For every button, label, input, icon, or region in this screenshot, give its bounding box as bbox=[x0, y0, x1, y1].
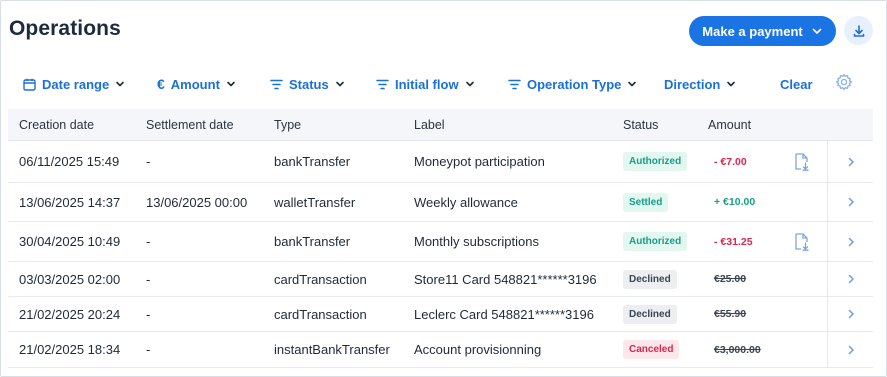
table-row[interactable]: 30/04/2025 10:49 - bankTransfer Monthly … bbox=[8, 222, 873, 262]
operation-type-label: Operation Type bbox=[527, 76, 622, 92]
clear-label: Clear bbox=[780, 76, 813, 92]
type-cell: instantBankTransfer bbox=[274, 342, 390, 357]
chevron-down-icon bbox=[465, 81, 474, 87]
label-cell: Weekly allowance bbox=[414, 194, 518, 210]
chevron-down-icon bbox=[628, 81, 637, 87]
type-cell: cardTransaction bbox=[274, 306, 367, 322]
gear-icon[interactable] bbox=[835, 73, 853, 91]
page-title: Operations bbox=[9, 17, 121, 40]
make-payment-label: Make a payment bbox=[702, 23, 803, 39]
chevron-right-icon bbox=[848, 157, 854, 166]
amount-cell: - €7.00 bbox=[714, 155, 747, 168]
column-status[interactable]: Status bbox=[623, 109, 658, 141]
table-row[interactable]: 03/03/2025 02:00 - cardTransaction Store… bbox=[8, 262, 873, 297]
filter-icon bbox=[376, 79, 389, 89]
column-label[interactable]: Label bbox=[414, 109, 445, 141]
direction-label: Direction bbox=[664, 76, 721, 92]
calendar-icon bbox=[23, 78, 36, 91]
euro-icon: € bbox=[157, 76, 165, 92]
amount-cell: + €10.00 bbox=[714, 196, 756, 208]
amount-cell: - €31.25 bbox=[714, 235, 753, 248]
settlement-date-cell: - bbox=[146, 154, 151, 169]
settlement-date-cell: - bbox=[146, 234, 151, 249]
chevron-right-icon bbox=[848, 274, 854, 284]
chevron-down-icon bbox=[727, 81, 736, 87]
date-range-filter[interactable]: Date range bbox=[23, 71, 125, 97]
row-details-button[interactable] bbox=[828, 222, 873, 261]
creation-date-cell: 30/04/2025 10:49 bbox=[19, 234, 121, 249]
amount-cell: €55.90 bbox=[714, 308, 747, 320]
download-icon bbox=[853, 24, 864, 37]
column-settlement-date[interactable]: Settlement date bbox=[146, 109, 234, 141]
date-range-label: Date range bbox=[42, 76, 110, 92]
creation-date-cell: 13/06/2025 14:37 bbox=[19, 194, 121, 210]
chevron-right-icon bbox=[848, 237, 854, 246]
column-creation-date[interactable]: Creation date bbox=[19, 109, 94, 141]
settlement-date-cell: 13/06/2025 00:00 bbox=[146, 194, 248, 210]
type-cell: walletTransfer bbox=[274, 194, 356, 210]
make-payment-button[interactable]: Make a payment bbox=[689, 16, 836, 46]
document-download-icon[interactable] bbox=[794, 222, 810, 261]
table-row[interactable]: 21/02/2025 20:24 - cardTransaction Lecle… bbox=[8, 297, 873, 332]
creation-date-cell: 03/03/2025 02:00 bbox=[19, 271, 121, 287]
amount-cell: €3,000.00 bbox=[714, 343, 761, 356]
status-badge: Declined bbox=[623, 269, 677, 289]
column-type[interactable]: Type bbox=[274, 109, 301, 141]
status-label: Status bbox=[289, 76, 329, 92]
row-details-button[interactable] bbox=[828, 141, 873, 182]
chevron-down-icon bbox=[335, 81, 344, 87]
table-row[interactable]: 21/02/2025 18:34 - instantBankTransfer A… bbox=[8, 332, 873, 368]
initial-flow-filter[interactable]: Initial flow bbox=[376, 71, 475, 97]
settlement-date-cell: - bbox=[146, 271, 151, 287]
row-details-button[interactable] bbox=[828, 297, 873, 331]
label-cell: Leclerc Card 548821******3196 bbox=[414, 306, 594, 322]
label-cell: Account provisionning bbox=[414, 342, 542, 357]
settlement-date-cell: - bbox=[146, 306, 151, 322]
filter-icon bbox=[508, 79, 521, 89]
status-badge: Authorized bbox=[623, 232, 688, 251]
amount-label: Amount bbox=[170, 76, 220, 92]
row-details-button[interactable] bbox=[828, 332, 873, 367]
creation-date-cell: 06/11/2025 15:49 bbox=[19, 154, 120, 169]
table-header: Creation date Settlement date Type Label… bbox=[8, 109, 873, 141]
creation-date-cell: 21/02/2025 18:34 bbox=[19, 342, 121, 357]
table-row[interactable]: 13/06/2025 14:37 13/06/2025 00:00 wallet… bbox=[8, 183, 873, 222]
chevron-right-icon bbox=[848, 309, 854, 319]
status-badge: Declined bbox=[623, 304, 677, 324]
label-cell: Monthly subscriptions bbox=[414, 234, 539, 249]
status-filter[interactable]: Status bbox=[270, 71, 345, 97]
label-cell: Moneypot participation bbox=[414, 154, 545, 169]
type-cell: bankTransfer bbox=[274, 154, 351, 169]
row-details-button[interactable] bbox=[828, 262, 873, 296]
operations-panel: Operations Make a payment Date range € A… bbox=[0, 0, 887, 377]
download-button[interactable] bbox=[844, 16, 873, 45]
amount-cell: €25.00 bbox=[714, 273, 747, 285]
document-download-icon[interactable] bbox=[794, 141, 810, 182]
column-amount[interactable]: Amount bbox=[708, 109, 751, 141]
type-cell: bankTransfer bbox=[274, 234, 351, 249]
amount-filter[interactable]: € Amount bbox=[157, 71, 236, 97]
chevron-down-icon bbox=[116, 81, 125, 87]
initial-flow-label: Initial flow bbox=[395, 76, 459, 92]
table-row[interactable]: 06/11/2025 15:49 - bankTransfer Moneypot… bbox=[8, 141, 873, 183]
settlement-date-cell: - bbox=[146, 342, 151, 357]
clear-filters-button[interactable]: Clear bbox=[780, 71, 813, 97]
filter-bar: Date range € Amount Status Initial flow … bbox=[1, 71, 887, 97]
operation-type-filter[interactable]: Operation Type bbox=[508, 71, 637, 97]
status-badge: Canceled bbox=[623, 340, 680, 359]
chevron-right-icon bbox=[848, 197, 854, 207]
chevron-down-icon bbox=[227, 81, 235, 87]
direction-filter[interactable]: Direction bbox=[664, 71, 736, 97]
row-details-button[interactable] bbox=[828, 183, 873, 221]
status-badge: Authorized bbox=[623, 152, 688, 171]
creation-date-cell: 21/02/2025 20:24 bbox=[19, 306, 121, 322]
status-badge: Settled bbox=[623, 192, 669, 212]
chevron-right-icon bbox=[848, 345, 854, 354]
label-cell: Store11 Card 548821******3196 bbox=[414, 271, 597, 287]
operations-table: Creation date Settlement date Type Label… bbox=[8, 109, 873, 368]
chevron-down-icon bbox=[812, 28, 822, 34]
filter-icon bbox=[270, 79, 283, 89]
type-cell: cardTransaction bbox=[274, 271, 367, 287]
